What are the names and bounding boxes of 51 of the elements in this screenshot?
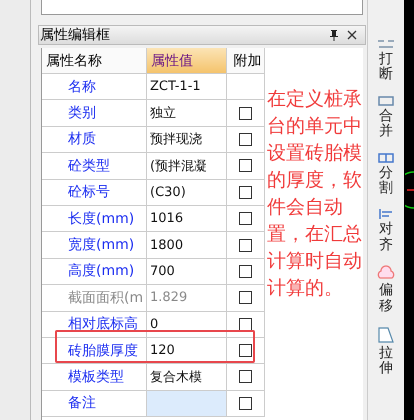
checkbox[interactable]: [239, 318, 252, 331]
property-name: 砼标号: [42, 180, 147, 206]
column-header[interactable]: 属性值: [147, 48, 227, 74]
checkbox[interactable]: [239, 186, 252, 199]
property-name: 截面面积(m: [42, 285, 147, 312]
property-name: 名称: [42, 74, 147, 100]
property-value[interactable]: ZCT-1-1: [147, 74, 227, 100]
checkbox[interactable]: [239, 370, 252, 384]
pin-icon[interactable]: [329, 29, 339, 41]
checkbox[interactable]: [239, 212, 252, 226]
column-header[interactable]: 属性名称: [42, 48, 147, 74]
column-header[interactable]: 附加: [227, 48, 265, 74]
checkbox[interactable]: [239, 159, 252, 172]
property-name: 砼类型: [42, 153, 147, 180]
property-name: 模板类型: [42, 364, 147, 391]
toolbar-button[interactable]: 偏移: [371, 263, 401, 316]
toolbar-button[interactable]: 打断: [371, 36, 401, 85]
rectangle-icon: [376, 94, 396, 107]
property-value[interactable]: (预拌混凝: [147, 153, 227, 180]
property-name: 材质: [42, 126, 147, 154]
property-value[interactable]: (C30): [147, 180, 227, 206]
property-value[interactable]: 0: [147, 312, 227, 338]
property-value[interactable]: 700: [147, 258, 227, 286]
property-name: 类别: [42, 100, 147, 127]
panel-title: 属性编辑框: [40, 26, 111, 44]
trapezoid-icon: [376, 326, 396, 344]
property-value[interactable]: 独立: [147, 100, 227, 127]
property-name: 砖胎膜厚度: [42, 338, 147, 364]
circle-drawing: [405, 170, 414, 210]
property-name: 宽度(mm): [42, 232, 147, 259]
cloud-icon: [376, 265, 396, 282]
property-name: 高度(mm): [42, 258, 147, 286]
annotation-text: 在定义桩承 台的单元中 设置砖胎模 的厚度，软 件会自动 置，在汇总 计算时自动 计算的。: [267, 87, 363, 301]
property-value[interactable]: 120: [147, 338, 227, 364]
checkbox[interactable]: [239, 396, 252, 410]
checkbox[interactable]: [239, 132, 252, 146]
toolbar-button[interactable]: 分割: [371, 150, 401, 198]
checkbox[interactable]: [239, 264, 252, 278]
property-name: 长度(mm): [42, 206, 147, 232]
toolbar-button[interactable]: 合并: [371, 92, 401, 142]
split-icon: [376, 152, 396, 164]
close-icon[interactable]: [347, 30, 357, 40]
property-value[interactable]: 1800: [147, 232, 227, 259]
property-value[interactable]: 1016: [147, 206, 227, 232]
checkbox[interactable]: [239, 344, 252, 358]
checkbox[interactable]: [239, 238, 252, 252]
property-name: 相对底标高: [42, 312, 147, 338]
toolbar-button[interactable]: 对齐: [371, 206, 401, 256]
checkbox[interactable]: [239, 106, 252, 120]
toolbar-button[interactable]: 拉伸: [371, 324, 401, 379]
property-value[interactable]: 预拌现浇: [147, 126, 227, 154]
